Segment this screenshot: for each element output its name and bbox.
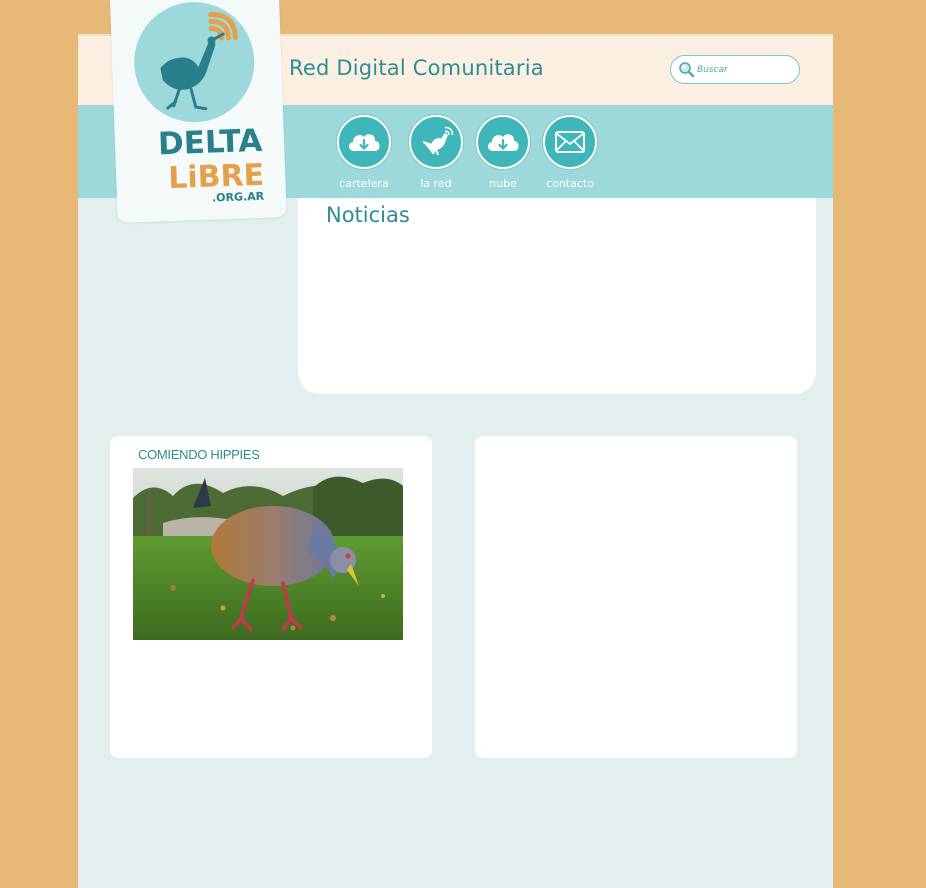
- nav-label-cartelera[interactable]: cartelera: [329, 177, 399, 190]
- nav-label-contacto[interactable]: contacto: [535, 177, 605, 190]
- news-title: Noticias: [326, 203, 410, 227]
- bird-wifi-icon[interactable]: [409, 115, 463, 169]
- bird-eating-photo[interactable]: [133, 468, 403, 640]
- nav-label-la-red[interactable]: la red: [401, 177, 471, 190]
- site-title: Red Digital Comunitaria: [289, 56, 544, 80]
- nav-item-cartelera[interactable]: cartelera: [329, 115, 399, 190]
- news-panel: Noticias: [298, 198, 816, 394]
- cloud-download-icon[interactable]: [476, 115, 530, 169]
- cloud-download-icon[interactable]: [337, 115, 391, 169]
- site-logo[interactable]: DELTA LiBRE .ORG.AR: [110, 0, 287, 223]
- logo-text-domain: .ORG.AR: [212, 190, 265, 205]
- search-icon[interactable]: [678, 61, 695, 82]
- card-title[interactable]: COMIENDO HIPPIES: [138, 447, 260, 462]
- search-box[interactable]: [670, 55, 800, 84]
- envelope-icon[interactable]: [543, 115, 597, 169]
- logo-text-delta: DELTA: [157, 123, 262, 163]
- empty-card: [475, 436, 797, 758]
- search-input[interactable]: [697, 61, 793, 78]
- featured-card[interactable]: COMIENDO HIPPIES: [110, 436, 432, 758]
- nav-label-nube[interactable]: nube: [468, 177, 538, 190]
- nav-item-contacto[interactable]: contacto: [535, 115, 605, 190]
- nav-item-la-red[interactable]: la red: [401, 115, 471, 190]
- nav-item-nube[interactable]: nube: [468, 115, 538, 190]
